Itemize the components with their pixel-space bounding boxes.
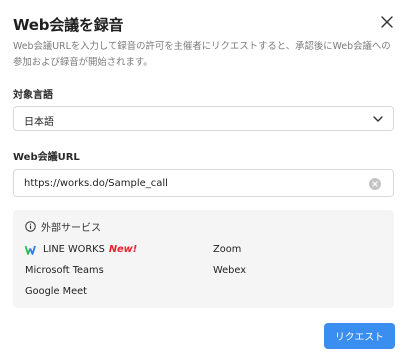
language-selected-value: 日本語 xyxy=(24,117,54,128)
external-services-title: 外部サービス xyxy=(41,223,101,234)
meeting-url-input[interactable]: https://works.do/Sample_call xyxy=(13,169,394,197)
service-name: Zoom xyxy=(213,244,242,255)
service-name: Webex xyxy=(213,265,247,276)
external-services-panel: 外部サービス LINE WORKS New! Zoom Microsoft Te… xyxy=(13,210,394,308)
service-zoom: Zoom xyxy=(213,244,241,255)
info-icon xyxy=(25,221,36,232)
service-name: LINE WORKS xyxy=(43,244,105,255)
url-label: Web会議URL xyxy=(13,152,80,163)
record-web-meeting-dialog: Web会議を録音 Web会議URLを入力して録音の許可を主催者にリクエストすると… xyxy=(0,0,408,356)
clear-icon[interactable] xyxy=(369,178,381,190)
chevron-down-icon xyxy=(373,116,383,122)
meeting-url-value: https://works.do/Sample_call xyxy=(24,178,168,189)
line-works-logo-icon xyxy=(25,245,36,255)
dialog-description: Web会議URLを入力して録音の許可を主催者にリクエストすると、承認後にWeb会… xyxy=(13,41,391,68)
language-label: 対象言語 xyxy=(13,90,53,101)
request-button[interactable]: リクエスト xyxy=(324,323,395,349)
service-webex: Webex xyxy=(213,265,246,276)
close-icon[interactable] xyxy=(380,15,394,29)
service-google-meet: Google Meet xyxy=(25,286,87,297)
service-name: Microsoft Teams xyxy=(25,265,104,276)
external-services-heading: 外部サービス xyxy=(25,219,101,234)
service-line-works: LINE WORKS New! xyxy=(25,244,137,255)
dialog-title: Web会議を録音 xyxy=(13,16,124,34)
new-badge: New! xyxy=(108,244,138,255)
language-select[interactable]: 日本語 xyxy=(13,106,394,131)
service-name: Google Meet xyxy=(25,286,88,297)
service-microsoft-teams: Microsoft Teams xyxy=(25,265,104,276)
